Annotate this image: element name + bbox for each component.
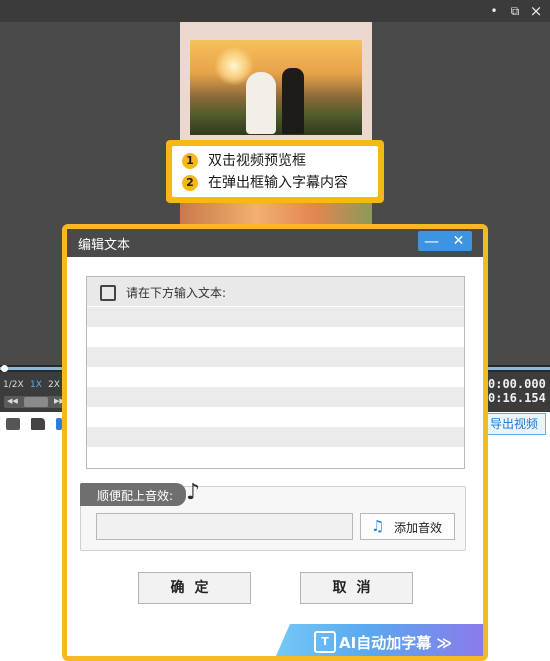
folder-icon[interactable]: [31, 418, 45, 430]
text-area-header: 请在下方输入文本:: [87, 277, 464, 306]
speed-2x[interactable]: 2X: [48, 380, 60, 390]
step-text: 在弹出框输入字幕内容: [208, 175, 348, 191]
text-line: [87, 427, 464, 447]
groom-figure: [282, 68, 304, 134]
dialog-title: 编辑文本: [78, 238, 131, 253]
sound-file-field[interactable]: [96, 513, 353, 540]
video-preview-frame[interactable]: [180, 22, 372, 142]
add-sound-label: 添加音效: [394, 521, 443, 535]
step-number: 1: [182, 153, 198, 169]
sound-effect-label: 顺便配上音效:: [97, 489, 174, 503]
scrubber-thumb[interactable]: [24, 397, 48, 407]
wedding-photo: [190, 40, 362, 135]
text-line: [87, 307, 464, 327]
close-icon[interactable]: ×: [528, 3, 544, 19]
title-bar: [0, 0, 550, 22]
text-area-label: 请在下方输入文本:: [126, 286, 227, 300]
step-text: 双击视频预览框: [208, 153, 306, 169]
subtitle-text-area[interactable]: 请在下方输入文本:: [86, 276, 465, 469]
speed-1x[interactable]: 1X: [30, 380, 42, 390]
frame-scrubber[interactable]: ◀◀ ▶▶: [4, 396, 66, 408]
ai-subtitle-label[interactable]: AI自动加字幕 ≫: [339, 632, 452, 653]
music-note-icon: ♪: [186, 480, 201, 505]
cancel-button[interactable]: 取消: [300, 572, 413, 604]
minimize-icon[interactable]: •: [486, 3, 502, 19]
dialog-controls: — ✕: [418, 231, 472, 251]
import-icon[interactable]: [6, 418, 20, 430]
timeline-playhead[interactable]: [1, 365, 8, 372]
text-line: [87, 387, 464, 407]
speed-half[interactable]: 1/2X: [3, 380, 24, 390]
rewind-icon[interactable]: ◀◀: [7, 397, 18, 405]
ai-subtitle-icon[interactable]: T: [314, 631, 336, 653]
add-sound-icon: ♫: [371, 517, 385, 535]
dialog-minimize-icon[interactable]: —: [418, 231, 445, 251]
dialog-close-icon[interactable]: ✕: [445, 231, 472, 251]
export-video-button[interactable]: 导出视频: [482, 413, 546, 435]
bride-figure: [246, 72, 276, 134]
edit-icon: [100, 285, 116, 301]
current-time: 0:00.000: [488, 377, 546, 391]
restore-icon[interactable]: ⧉: [507, 3, 523, 19]
confirm-button[interactable]: 确定: [138, 572, 251, 604]
step-number: 2: [182, 175, 198, 191]
add-sound-button[interactable]: ♫ 添加音效: [360, 513, 455, 540]
total-time: 0:16.154: [488, 391, 546, 405]
text-line: [87, 347, 464, 367]
